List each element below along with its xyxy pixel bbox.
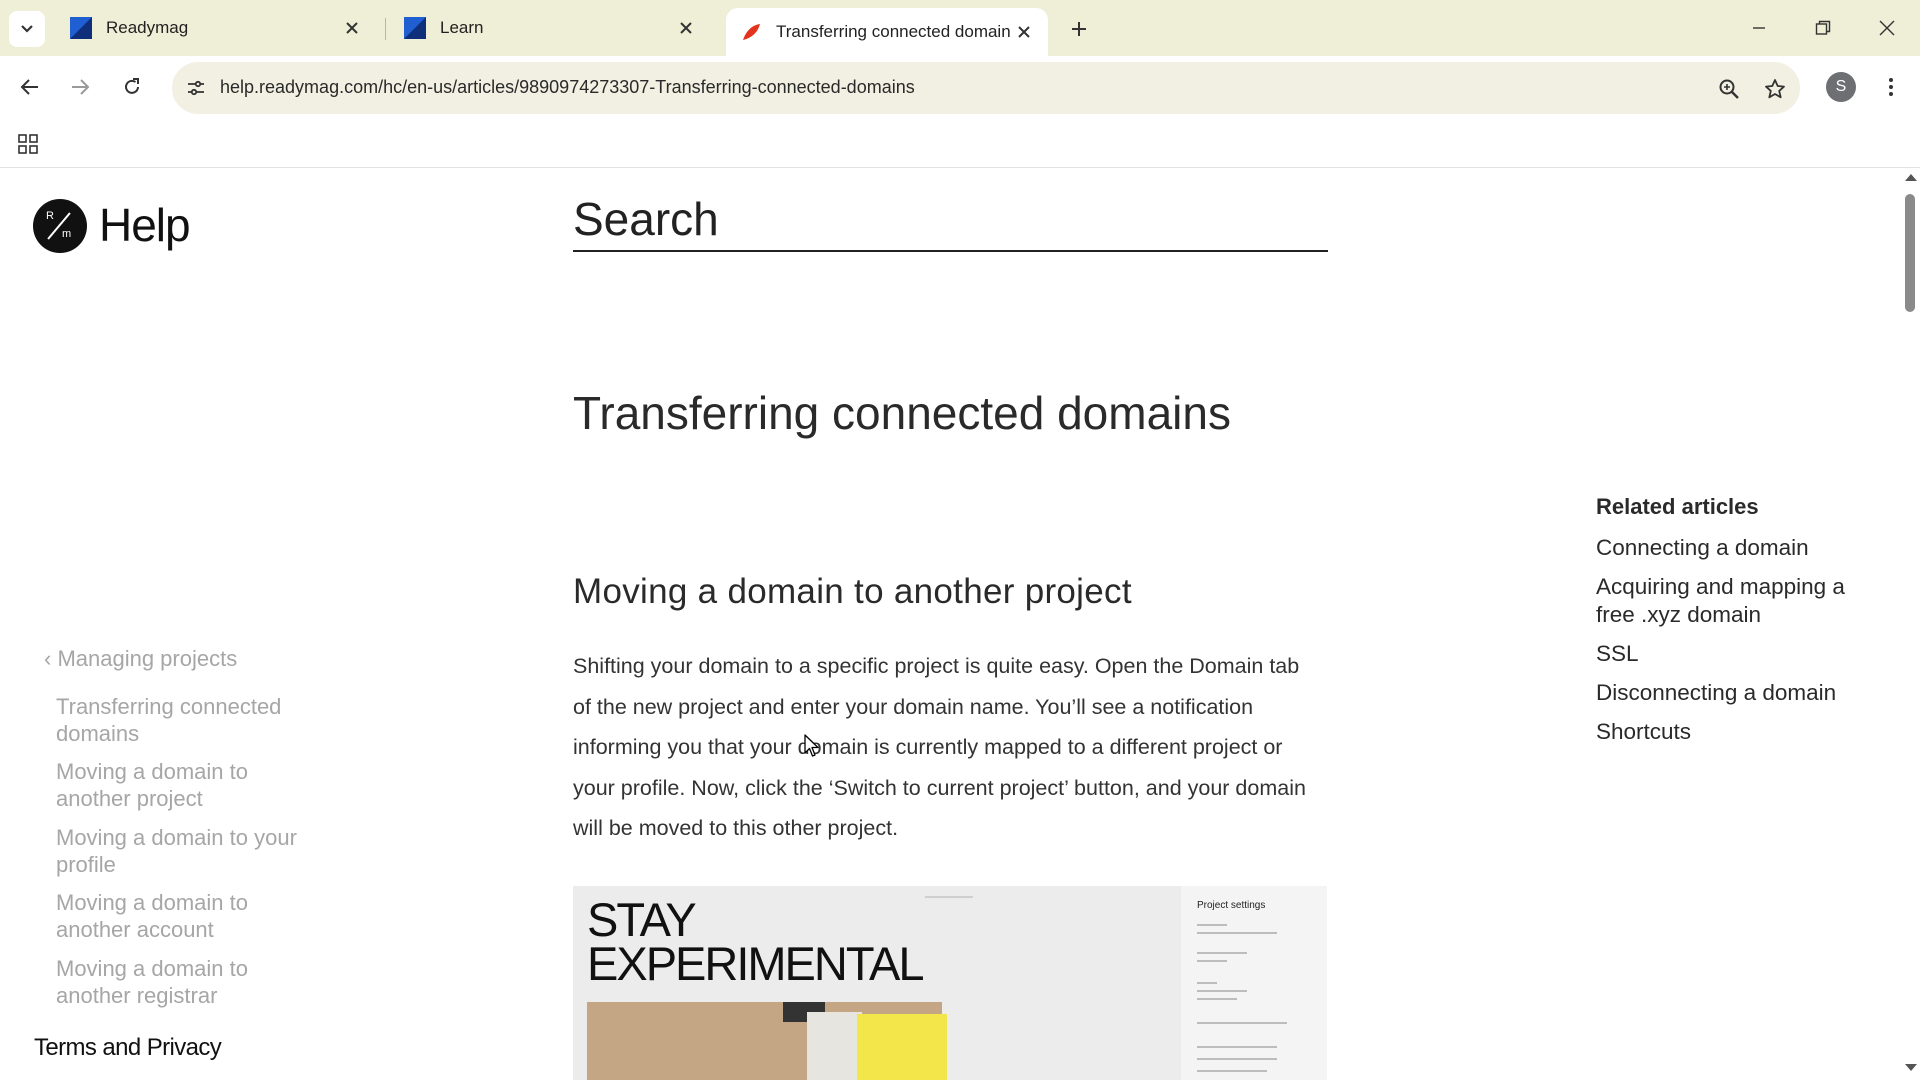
nav-item-move-to-account[interactable]: Moving a domain to another account xyxy=(56,889,316,943)
bookmarks-bar xyxy=(0,120,1920,168)
article-title: Transferring connected domains xyxy=(573,387,1231,439)
terms-and-privacy-link[interactable]: Terms and Privacy xyxy=(34,1034,222,1062)
panel-line xyxy=(1197,960,1227,962)
reload-icon xyxy=(125,78,139,94)
section-heading: Moving a domain to another project xyxy=(573,572,1132,611)
panel-line xyxy=(1197,1058,1277,1060)
site-info-icon[interactable] xyxy=(182,74,210,102)
panel-line xyxy=(1197,1070,1267,1072)
panel-line xyxy=(1197,952,1247,954)
close-tab-icon[interactable] xyxy=(1014,22,1034,42)
minimize-icon xyxy=(1753,27,1765,29)
article-screenshot: STAY EXPERIMENTAL Project settings xyxy=(573,886,1327,1080)
headline-line-2: EXPERIMENTAL xyxy=(587,937,925,990)
related-link[interactable]: Disconnecting a domain xyxy=(1596,679,1876,707)
image-top-mark xyxy=(925,896,973,898)
tab-search-button[interactable] xyxy=(9,11,45,47)
related-link[interactable]: Shortcuts xyxy=(1596,718,1876,746)
arrow-right-icon xyxy=(72,79,90,95)
new-tab-button[interactable] xyxy=(1064,14,1094,44)
tab-readymag[interactable]: Readymag xyxy=(56,8,376,48)
readymag-favicon-icon xyxy=(404,17,426,39)
scroll-thumb[interactable] xyxy=(1905,194,1915,312)
screenshot-photo xyxy=(587,1002,947,1080)
related-articles: Related articles Connecting a domain Acq… xyxy=(1596,494,1876,757)
plus-icon xyxy=(1072,22,1086,36)
browser-toolbar: help.readymag.com/hc/en-us/articles/9890… xyxy=(0,56,1920,120)
url-text: help.readymag.com/hc/en-us/articles/9890… xyxy=(220,77,915,97)
search-input[interactable]: Search xyxy=(573,188,1328,252)
minimize-button[interactable] xyxy=(1736,10,1782,46)
tab-learn[interactable]: Learn xyxy=(390,8,710,48)
panel-line xyxy=(1197,924,1227,926)
screenshot-headline: STAY EXPERIMENTAL xyxy=(587,893,925,990)
headline-line-1: STAY xyxy=(587,893,697,946)
panel-line xyxy=(1197,990,1247,992)
tab-title: Transferring connected domain xyxy=(776,22,1011,41)
address-bar[interactable]: help.readymag.com/hc/en-us/articles/9890… xyxy=(172,62,1800,114)
panel-line xyxy=(1197,982,1217,984)
restore-icon xyxy=(1815,20,1831,35)
related-link[interactable]: Acquiring and mapping a free .xyz domain xyxy=(1596,573,1876,629)
apps-grid-icon[interactable] xyxy=(14,130,42,158)
logo-letter-r: R xyxy=(46,210,54,222)
readymag-favicon-icon xyxy=(70,17,92,39)
tab-separator xyxy=(385,18,386,40)
mouse-cursor-icon xyxy=(804,734,819,757)
chevron-down-icon xyxy=(21,25,33,33)
back-to-managing-projects-link[interactable]: ‹ Managing projects xyxy=(44,646,237,672)
scroll-down-arrow-icon[interactable] xyxy=(1905,1064,1917,1071)
nav-item-transferring-domains[interactable]: Transferring connected domains xyxy=(56,693,316,747)
back-button[interactable] xyxy=(12,69,48,105)
scroll-up-arrow-icon[interactable] xyxy=(1905,174,1917,181)
project-settings-panel: Project settings xyxy=(1181,886,1327,1080)
bookmark-star-icon[interactable] xyxy=(1760,74,1790,104)
panel-line xyxy=(1197,1046,1277,1048)
forward-button[interactable] xyxy=(62,69,98,105)
restore-button[interactable] xyxy=(1800,10,1846,46)
close-window-button[interactable] xyxy=(1864,10,1910,46)
tab-strip: Readymag Learn Transferring connected do… xyxy=(0,0,1920,56)
panel-line xyxy=(1197,1022,1287,1024)
help-home-link[interactable]: Help xyxy=(99,198,191,252)
zoom-icon[interactable] xyxy=(1714,74,1744,104)
related-link[interactable]: Connecting a domain xyxy=(1596,534,1876,562)
profile-avatar[interactable]: S xyxy=(1826,72,1856,102)
panel-line xyxy=(1197,998,1237,1000)
close-tab-icon[interactable] xyxy=(676,18,696,38)
reload-button[interactable] xyxy=(114,69,150,105)
panel-title: Project settings xyxy=(1197,900,1266,911)
related-articles-title: Related articles xyxy=(1596,494,1759,519)
photo-yellow-object xyxy=(857,1014,947,1080)
close-tab-icon[interactable] xyxy=(342,18,362,38)
nav-item-move-to-profile[interactable]: Moving a domain to your profile xyxy=(56,824,316,878)
related-link[interactable]: SSL xyxy=(1596,640,1876,668)
article-paragraph: Shifting your domain to a specific proje… xyxy=(573,654,1306,840)
tab-title: Readymag xyxy=(106,18,189,37)
tab-title: Learn xyxy=(440,18,484,37)
photo-white-object xyxy=(807,1012,862,1080)
help-page: R m Help Search Transferring connected d… xyxy=(0,168,1900,1080)
logo-letter-m: m xyxy=(62,228,72,240)
readymag-logo[interactable]: R m xyxy=(33,199,87,253)
arrow-left-icon xyxy=(20,79,38,95)
page-scrollbar[interactable] xyxy=(1900,168,1920,1080)
nav-item-move-to-registrar[interactable]: Moving a domain to another registrar xyxy=(56,955,316,1009)
help-favicon-icon xyxy=(743,24,760,40)
more-menu-icon[interactable] xyxy=(1876,72,1906,102)
panel-line xyxy=(1197,932,1277,934)
tab-transferring-domains[interactable]: Transferring connected domain xyxy=(726,8,1048,56)
nav-item-move-to-project[interactable]: Moving a domain to another project xyxy=(56,758,316,812)
close-icon xyxy=(1879,20,1895,36)
